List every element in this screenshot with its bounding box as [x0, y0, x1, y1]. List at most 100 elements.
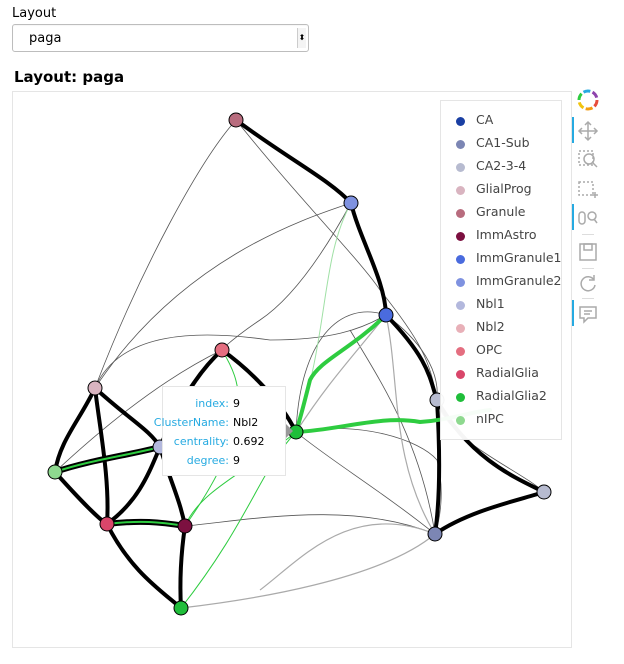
graph-edge [384, 313, 439, 402]
graph-edge [218, 202, 352, 353]
node-immgranule1 [378, 307, 394, 323]
bokeh-logo-icon[interactable] [576, 88, 600, 112]
graph-edge [295, 431, 436, 535]
hover-active-indicator [572, 300, 574, 326]
tooltip-value: 9 [233, 397, 240, 410]
graph-edge [295, 428, 442, 535]
tooltip-key: degree: [186, 454, 229, 467]
hover-tooltip: index: 9 ClusterName: Nbl2 centrality: 0.692 d… [154, 386, 287, 476]
legend-item[interactable]: CA [441, 110, 561, 133]
legend-swatch [456, 186, 465, 195]
toolbar-divider [582, 268, 594, 269]
legend-swatch [456, 255, 465, 264]
toolbar-divider [582, 234, 594, 235]
legend-swatch [456, 117, 465, 126]
tooltip-row: index: 9 [163, 395, 287, 413]
graph-edge [178, 524, 187, 610]
legend-item[interactable]: nIPC [441, 409, 561, 432]
legend-item[interactable]: RadialGlia [441, 363, 561, 386]
legend-label: ImmGranule1 [476, 250, 562, 265]
graph-edge [385, 314, 436, 535]
graph-edge [235, 119, 438, 401]
legend-label: OPC [476, 342, 503, 357]
graph-edge [180, 533, 436, 609]
tooltip-row: degree: 9 [163, 452, 287, 470]
graph-edge [349, 201, 388, 317]
legend-label: Granule [476, 204, 526, 219]
legend-swatch [456, 209, 465, 218]
toolbar-divider [582, 298, 594, 299]
legend-label: Nbl2 [476, 319, 505, 334]
legend-label: CA2-3-4 [476, 158, 527, 173]
tooltip-pointer-icon [286, 424, 293, 438]
legend-item[interactable]: ImmAstro [441, 225, 561, 248]
box-zoom-icon[interactable] [576, 148, 600, 172]
tooltip-key: centrality: [173, 435, 229, 448]
tooltip-value: 0.692 [233, 435, 265, 448]
legend-label: RadialGlia [476, 365, 539, 380]
legend-label: nIPC [476, 411, 504, 426]
pan-active-indicator [572, 117, 574, 143]
legend: CA CA1-Sub CA2-3-4 GlialProg Granule ImmAstro… [440, 100, 562, 440]
legend-item[interactable]: ImmGranule2 [441, 271, 562, 294]
legend-swatch [456, 232, 465, 241]
graph-edge [295, 314, 387, 433]
graph-edge [105, 522, 183, 610]
legend-label: GlialProg [476, 181, 532, 196]
graph-edge [295, 311, 387, 433]
tooltip-row: centrality: 0.692 [163, 433, 287, 451]
box-select-icon[interactable] [576, 177, 600, 201]
graph-edge [93, 386, 162, 449]
hover-icon[interactable] [576, 302, 600, 326]
legend-item[interactable]: GlialProg [441, 179, 561, 202]
node-glialprog [87, 380, 103, 396]
legend-swatch [456, 140, 465, 149]
legend-swatch [456, 324, 465, 333]
pan-icon[interactable] [576, 119, 600, 143]
node-radialglia2 [173, 600, 189, 616]
graph-edge [234, 118, 353, 205]
tooltip-value: 9 [233, 454, 240, 467]
legend-swatch [456, 301, 465, 310]
graph-edge [433, 490, 546, 536]
legend-item[interactable]: Granule [441, 202, 561, 225]
tooltip-key: ClusterName: [153, 416, 229, 429]
node-opc [214, 342, 230, 358]
legend-item[interactable]: ImmGranule1 [441, 248, 562, 271]
legend-label: CA1-Sub [476, 135, 530, 150]
node-immgranule2 [343, 195, 359, 211]
node-granule [228, 112, 244, 128]
wheel-zoom-icon[interactable] [576, 206, 600, 230]
save-icon[interactable] [576, 240, 600, 264]
legend-swatch [456, 163, 465, 172]
legend-swatch [456, 393, 465, 402]
node-ca1-sub [427, 526, 443, 542]
node-radialglia [99, 516, 115, 532]
legend-swatch [456, 416, 465, 425]
graph-edge [53, 386, 97, 474]
legend-swatch [456, 370, 465, 379]
tooltip-row: ClusterName: Nbl2 [154, 414, 287, 432]
legend-label: RadialGlia2 [476, 388, 547, 403]
node-immastro [177, 518, 193, 534]
legend-item[interactable]: Nbl2 [441, 317, 561, 340]
legend-label: ImmAstro [476, 227, 537, 242]
legend-label: CA [476, 112, 494, 127]
graph-edge [53, 470, 109, 526]
legend-item[interactable]: Nbl1 [441, 294, 561, 317]
legend-item[interactable]: CA2-3-4 [441, 156, 561, 179]
legend-item[interactable]: RadialGlia2 [441, 386, 561, 409]
plot-toolbar [572, 88, 604, 338]
legend-label: ImmGranule2 [476, 273, 562, 288]
node-nipc [47, 464, 63, 480]
tooltip-key: index: [195, 397, 229, 410]
legend-item[interactable]: CA1-Sub [441, 133, 561, 156]
legend-label: Nbl1 [476, 296, 505, 311]
node-ca [536, 484, 552, 500]
legend-item[interactable]: OPC [441, 340, 561, 363]
tooltip-value: Nbl2 [233, 416, 259, 429]
graph-edge [259, 523, 436, 591]
reset-icon[interactable] [576, 271, 600, 295]
legend-swatch [456, 347, 465, 356]
wheel-zoom-active-indicator [572, 204, 574, 230]
